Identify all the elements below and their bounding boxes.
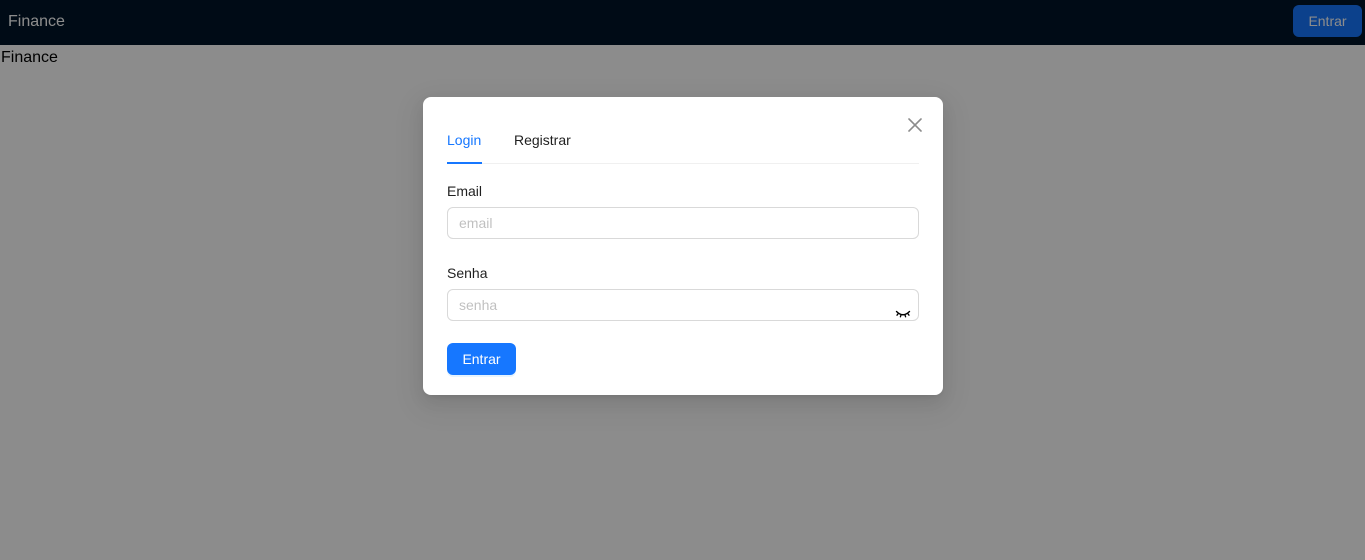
auth-tabs: Login Registrar [447, 125, 919, 164]
submit-login-button[interactable]: Entrar [447, 343, 516, 375]
tab-registrar[interactable]: Registrar [514, 133, 571, 147]
email-field[interactable] [447, 207, 919, 239]
login-modal: Login Registrar Email Senha Entrar [423, 97, 943, 395]
email-label: Email [447, 183, 483, 199]
password-field[interactable] [447, 289, 919, 321]
eye-invisible-icon[interactable] [895, 305, 911, 321]
password-label: Senha [447, 265, 488, 281]
tab-login[interactable]: Login [447, 133, 481, 147]
active-tab-indicator [447, 162, 482, 164]
